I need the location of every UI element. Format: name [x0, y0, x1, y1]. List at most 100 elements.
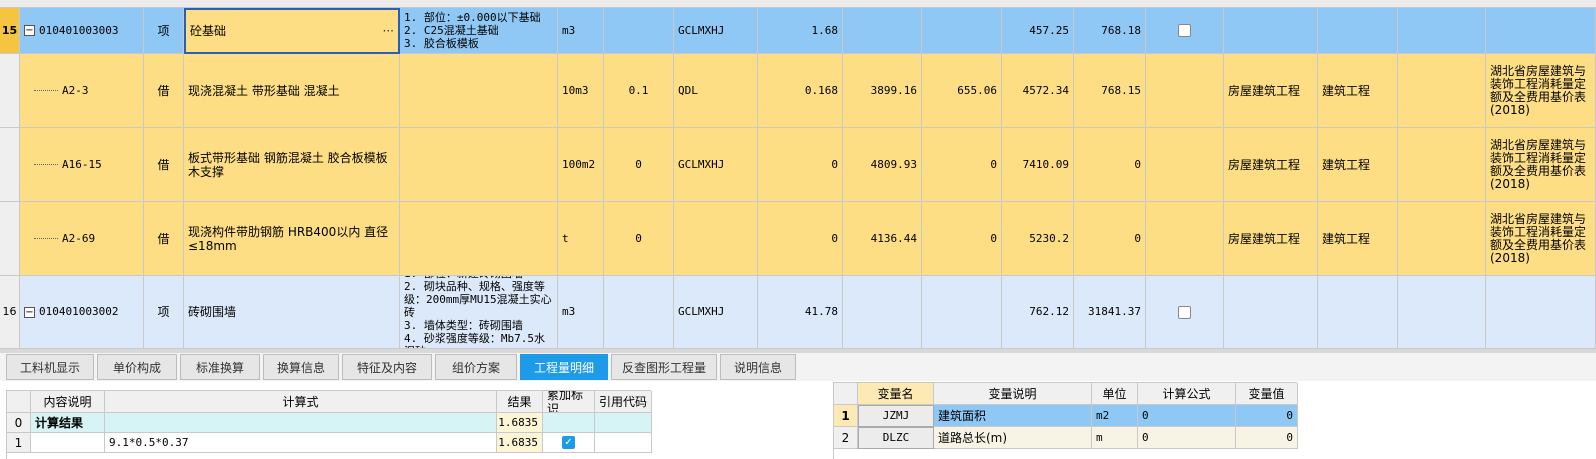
cell-unit: t [558, 202, 604, 276]
cell-labor [922, 276, 1002, 349]
table-row[interactable]: 16−010401003002 项 砖砌围墙 1. 部位：新建砖砌围墙 2. 砌块品种… [0, 276, 1596, 349]
var-name[interactable]: JZMJ [858, 405, 934, 427]
tab-3[interactable]: 标准换算 [180, 354, 260, 380]
tab-6[interactable]: 组价方案 [435, 354, 517, 380]
cell-features [400, 128, 558, 202]
item-name: 现浇混凝土 带形基础 混凝土 [188, 83, 340, 98]
item-major: 房屋建筑工程 [1228, 83, 1301, 98]
item-unit: t [562, 231, 569, 245]
cell-chk[interactable] [1146, 276, 1224, 349]
cell-unit-price: 4136.44 [843, 202, 922, 276]
var-formula[interactable]: 0 [1138, 405, 1236, 427]
cell-unit: 100m2 [558, 128, 604, 202]
cell-comp-unit-price: 4572.34 [1002, 54, 1074, 128]
table-row[interactable]: 15−010401003003 项 砼基础 ··· 1. 部位：±0.000以下基础 2… [0, 8, 1596, 54]
tab-5[interactable]: 特征及内容 [342, 354, 432, 380]
item-features: 1. 部位：新建砖砌围墙 2. 砌块品种、规格、强度等级：200mm厚MU15混… [404, 276, 552, 348]
var-name[interactable]: DLZC [858, 427, 934, 449]
header-corner [7, 391, 31, 413]
cell-chk[interactable] [1146, 54, 1224, 128]
item-type: 借 [157, 83, 170, 98]
detail-chk[interactable]: ✓ [543, 433, 595, 453]
cell-chk[interactable] [1146, 8, 1224, 54]
item-comp-total: 31841.37 [1088, 305, 1141, 318]
cell-type: 借 [144, 128, 184, 202]
cell-unit: m3 [558, 8, 604, 54]
more-icon[interactable]: ··· [383, 24, 394, 38]
cell-name[interactable]: 板式带形基础 钢筋混凝土 胶合板模板木支撑 [184, 128, 400, 202]
detail-formula[interactable]: 9.1*0.5*0.37 [105, 433, 497, 453]
cell-row-no: 16 [0, 276, 20, 349]
cell-chk[interactable] [1146, 128, 1224, 202]
header-name: 变量名 [858, 383, 934, 405]
var-unit[interactable]: m [1092, 427, 1138, 449]
cell-expr: QDL [674, 54, 758, 128]
item-code: A2-3 [62, 83, 89, 97]
cell-name[interactable]: 现浇混凝土 带形基础 混凝土 [184, 54, 400, 128]
item-qty-coef: 0 [635, 157, 642, 171]
table-row[interactable]: A16-15 借 板式带形基础 钢筋混凝土 胶合板模板木支撑 100m2 0 GCLMXH… [0, 128, 1596, 202]
detail-formula[interactable] [105, 413, 497, 433]
cell-blank [1398, 202, 1486, 276]
var-value[interactable]: 0 [1236, 427, 1298, 449]
detail-no: 1 [7, 433, 31, 453]
header-formula: 计算式 [105, 391, 497, 413]
tab-7[interactable]: 工程量明细 [520, 354, 608, 380]
detail-ref [595, 413, 652, 433]
cell-unit-price [843, 276, 922, 349]
cell-features: 1. 部位：新建砖砌围墙 2. 砌块品种、规格、强度等级：200mm厚MU15混… [400, 276, 558, 349]
cell-labor: 655.06 [922, 54, 1002, 128]
checkbox[interactable] [1178, 24, 1191, 37]
header-desc: 内容说明 [31, 391, 105, 413]
cell-code: A2-3 [20, 54, 144, 128]
tab-8[interactable]: 反查图形工程量 [611, 354, 717, 380]
tab-9[interactable]: 说明信息 [720, 354, 796, 380]
cell-code: −010401003002 [20, 276, 144, 349]
item-unit-price: 4136.44 [870, 231, 917, 245]
header-desc: 变量说明 [934, 383, 1092, 405]
collapse-toggle-icon[interactable]: − [24, 306, 35, 318]
cell-chk[interactable] [1146, 202, 1224, 276]
collapse-toggle-icon[interactable]: − [24, 25, 35, 36]
cell-name[interactable]: 砖砌围墙 [184, 276, 400, 349]
item-remark: 湖北省房屋建筑与装饰工程消耗量定额及全费用基价表(2018) [1490, 63, 1587, 117]
cell-expr: GCLMXHJ [674, 276, 758, 349]
var-unit[interactable]: m2 [1092, 405, 1138, 427]
cell-unit-price: 4809.93 [843, 128, 922, 202]
var-formula[interactable]: 0 [1138, 427, 1236, 449]
cell-name[interactable]: 砼基础 ··· [184, 8, 400, 54]
cell-features [400, 54, 558, 128]
item-comp-unit-price: 5230.2 [1029, 231, 1069, 245]
cell-major2: 建筑工程 [1318, 128, 1398, 202]
table-row[interactable]: A2-3 借 现浇混凝土 带形基础 混凝土 10m3 0.1 QDL 0.168 3899.1… [0, 54, 1596, 128]
cell-comp-unit-price: 762.12 [1002, 276, 1074, 349]
var-value[interactable]: 0 [1236, 405, 1298, 427]
accumulate-checkbox[interactable]: ✓ [562, 436, 575, 449]
cell-major [1224, 8, 1318, 54]
cell-name[interactable]: 现浇构件带肋钢筋 HRB400以内 直径≤18mm [184, 202, 400, 276]
cell-qty: 41.78 [758, 276, 843, 349]
tab-4[interactable]: 换算信息 [263, 354, 339, 380]
header-corner [834, 383, 858, 405]
cell-unit: m3 [558, 276, 604, 349]
cell-unit: 10m3 [558, 54, 604, 128]
tab-2[interactable]: 单价构成 [97, 354, 177, 380]
item-remark: 湖北省房屋建筑与装饰工程消耗量定额及全费用基价表(2018) [1490, 211, 1587, 265]
tab-1[interactable]: 工料机显示 [6, 354, 94, 380]
checkbox[interactable] [1178, 305, 1191, 319]
item-unit: m3 [562, 23, 576, 37]
var-desc[interactable]: 建筑面积 [934, 405, 1092, 427]
cell-code: A16-15 [20, 128, 144, 202]
var-desc[interactable]: 道路总长(m) [934, 427, 1092, 449]
item-qty: 41.78 [804, 305, 838, 318]
cell-major2 [1318, 276, 1398, 349]
table-row[interactable]: A2-69 借 现浇构件带肋钢筋 HRB400以内 直径≤18mm t 0 0 4136.4… [0, 202, 1596, 276]
item-name: 现浇构件带肋钢筋 HRB400以内 直径≤18mm [188, 224, 389, 253]
detail-chk[interactable] [543, 413, 595, 433]
item-code: A2-69 [62, 231, 96, 245]
cell-row-no: 15 [0, 8, 20, 54]
cell-blank [1398, 276, 1486, 349]
item-qty: 0 [831, 231, 838, 245]
cell-comp-unit-price: 457.25 [1002, 8, 1074, 54]
item-features: 1. 部位：±0.000以下基础 2. C25混凝土基础 3. 胶合板模板 [404, 11, 541, 50]
